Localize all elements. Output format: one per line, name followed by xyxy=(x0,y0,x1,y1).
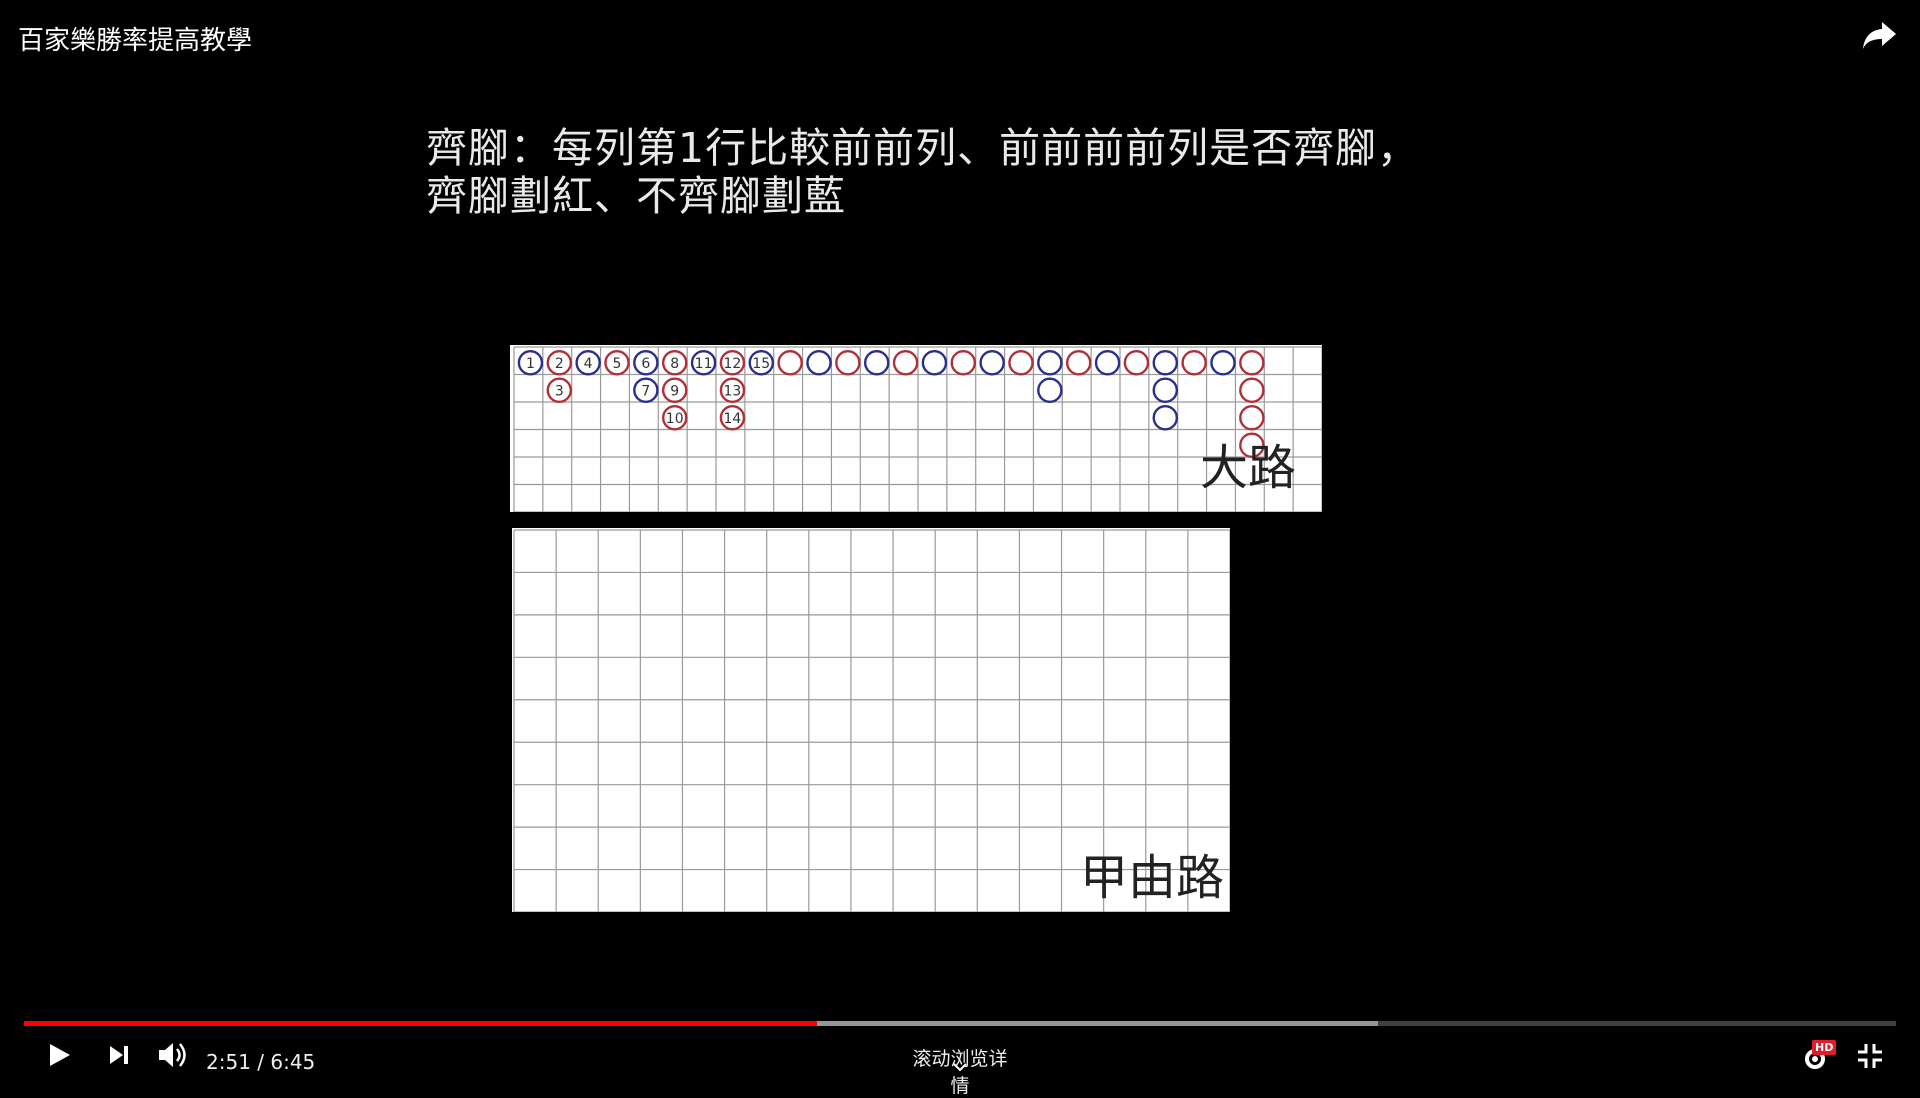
red-bead xyxy=(950,350,977,376)
blue-bead xyxy=(806,350,832,376)
bead-number: 13 xyxy=(724,383,742,399)
bead-number: 7 xyxy=(641,383,650,399)
progress-played xyxy=(24,1021,817,1026)
heading-line-1: 齊腳：每列第1行比較前前列、前前前前列是否齊腳， xyxy=(426,124,1420,172)
bead-number: 3 xyxy=(555,383,564,399)
bead-number: 15 xyxy=(752,356,770,372)
exit-fullscreen-button[interactable] xyxy=(1856,1042,1884,1074)
next-icon xyxy=(110,1046,128,1064)
play-icon xyxy=(50,1044,70,1066)
volume-button[interactable] xyxy=(156,1040,190,1074)
bead-number: 1 xyxy=(526,356,535,372)
blue-bead xyxy=(1037,350,1063,376)
big-road-grid: 1 2 3 4 5 6 7 8 9 10 11 12 13 14 15 大路 xyxy=(510,345,1322,512)
blue-bead xyxy=(863,350,890,376)
blue-bead xyxy=(1152,350,1179,376)
chevron-down-icon xyxy=(953,1063,967,1072)
blue-bead xyxy=(1094,350,1121,376)
jia-road-label: 甲由路 xyxy=(1079,850,1224,906)
next-button[interactable] xyxy=(106,1042,132,1072)
blue-bead xyxy=(1037,377,1063,403)
share-button[interactable] xyxy=(1860,18,1900,54)
red-bead xyxy=(777,350,803,376)
progress-bar[interactable] xyxy=(24,1021,1896,1026)
scroll-hint-chevron[interactable] xyxy=(951,1058,969,1077)
big-road-beads: 1 234 5 67891011 12131415 xyxy=(517,350,1265,458)
bead-number: 6 xyxy=(641,356,650,372)
red-bead xyxy=(1239,350,1265,376)
bead-number: 14 xyxy=(724,411,742,427)
red-bead xyxy=(835,350,861,376)
red-bead xyxy=(1239,405,1265,431)
jia-road-grid: 甲由路 xyxy=(512,528,1230,912)
red-bead xyxy=(1239,377,1265,403)
play-button[interactable] xyxy=(44,1040,74,1074)
video-title[interactable]: 百家樂勝率提高教學 xyxy=(18,20,252,57)
bead-number: 9 xyxy=(670,383,679,399)
exit-fullscreen-icon xyxy=(1858,1044,1882,1068)
big-road-label: 大路 xyxy=(1199,440,1296,496)
red-bead xyxy=(1123,350,1150,376)
red-bead xyxy=(892,350,919,376)
bead-number: 5 xyxy=(613,356,622,372)
red-bead xyxy=(1181,350,1207,376)
blue-bead xyxy=(1210,350,1236,376)
share-icon xyxy=(1863,22,1896,49)
blue-bead xyxy=(979,350,1005,376)
blue-bead xyxy=(921,350,948,376)
title-bar: 百家樂勝率提高教學 xyxy=(0,0,1920,72)
bead-number: 12 xyxy=(724,356,742,372)
bead-number: 11 xyxy=(695,356,713,372)
volume-icon xyxy=(159,1043,186,1067)
blue-bead xyxy=(1152,405,1179,431)
bead-number: 10 xyxy=(666,411,684,427)
red-bead xyxy=(1065,350,1092,376)
time-display: 2:51 / 6:45 xyxy=(206,1050,316,1074)
heading-line-2: 齊腳劃紅、不齊腳劃藍 xyxy=(426,172,846,220)
hd-badge: HD xyxy=(1812,1040,1837,1055)
blue-bead xyxy=(1152,377,1179,403)
bead-number: 2 xyxy=(555,356,564,372)
slide-heading: 齊腳：每列第1行比較前前列、前前前前列是否齊腳， 齊腳劃紅、不齊腳劃藍 xyxy=(426,124,1419,220)
red-bead xyxy=(1008,350,1034,376)
bead-number: 8 xyxy=(670,356,679,372)
bead-number: 4 xyxy=(584,356,593,372)
